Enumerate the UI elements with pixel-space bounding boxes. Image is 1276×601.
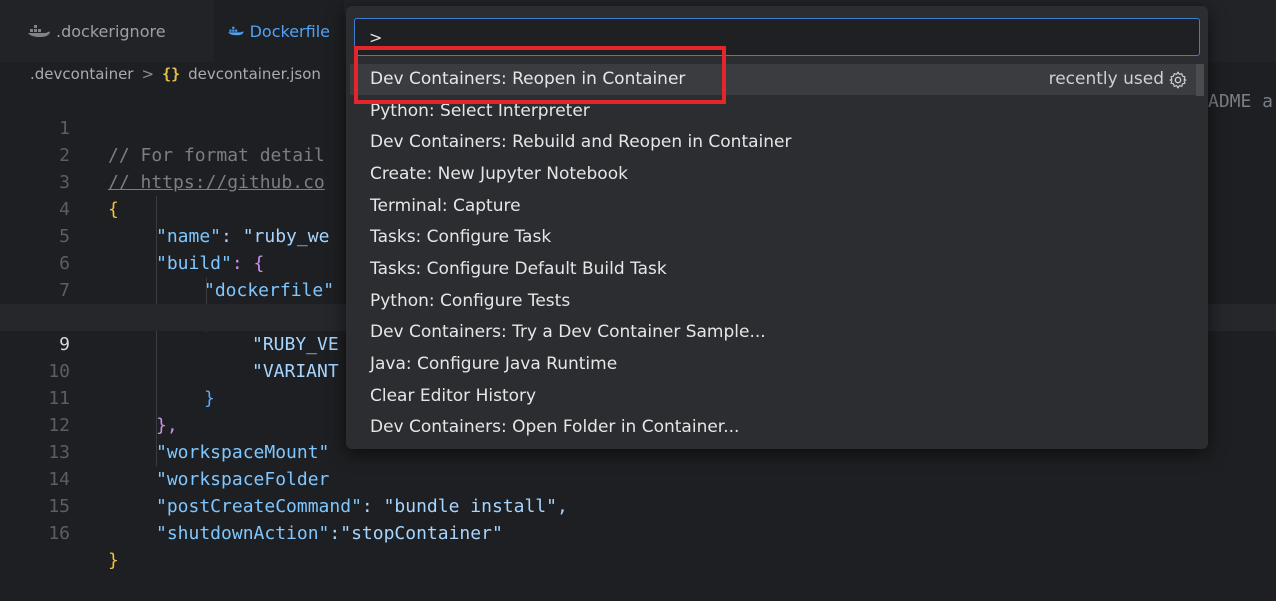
breadcrumb-file[interactable]: devcontainer.json	[188, 65, 321, 83]
tab-dockerfile[interactable]: Dockerfile	[214, 0, 344, 62]
command-item[interactable]: Dev Containers: Open Folder in Container…	[350, 412, 1196, 443]
command-label: Python: Configure Tests	[370, 291, 571, 311]
docker-icon	[228, 26, 244, 36]
command-label: Tasks: Configure Task	[370, 227, 552, 247]
docker-icon	[28, 25, 50, 37]
command-item[interactable]: Terminal: Capture	[350, 191, 1196, 222]
tab-dockerignore[interactable]: .dockerignore	[14, 0, 180, 62]
command-label: Dev Containers: Open Folder in Container…	[370, 417, 740, 437]
json-file-icon: {}	[162, 65, 181, 83]
code-comment-overflow: ADME a	[1208, 91, 1274, 112]
command-item[interactable]: Dev Containers: Try a Dev Container Samp…	[350, 317, 1196, 348]
tab-label: .dockerignore	[56, 21, 166, 41]
palette-scrollbar[interactable]	[1196, 64, 1204, 96]
command-label: Java: Configure Java Runtime	[370, 354, 618, 374]
code-line: 15 "shutdownAction":"stopContainer"	[0, 466, 1276, 544]
command-label: Terminal: Capture	[370, 196, 521, 216]
command-label: Create: New Jupyter Notebook	[370, 164, 628, 184]
command-label: Dev Containers: Rebuild and Reopen in Co…	[370, 132, 792, 152]
breadcrumb-folder[interactable]: .devcontainer	[30, 65, 133, 83]
json-key: "shutdownAction"	[156, 523, 330, 544]
command-label: Tasks: Configure Default Build Task	[370, 259, 667, 279]
recently-used-label: recently used	[1048, 69, 1164, 89]
command-item[interactable]: Create: New Jupyter Notebook	[350, 159, 1196, 190]
command-label: Clear Editor History	[370, 386, 537, 406]
command-item[interactable]: Tasks: Configure Default Build Task	[350, 254, 1196, 285]
breadcrumb-separator: >	[141, 65, 155, 83]
command-item[interactable]: Tasks: Configure Task	[350, 222, 1196, 253]
command-label: Dev Containers: Try a Dev Container Samp…	[370, 322, 766, 342]
code-line: 16 }	[0, 493, 1276, 571]
command-item[interactable]: Clear Editor History	[350, 381, 1196, 412]
command-label: Python: Select Interpreter	[370, 101, 590, 121]
json-value: :"stopContainer"	[329, 523, 503, 544]
command-item[interactable]: Dev Containers: Rebuild and Reopen in Co…	[350, 127, 1196, 158]
line-number: 16	[48, 523, 70, 544]
annotation-highlight-box	[354, 46, 726, 104]
command-item[interactable]: Java: Configure Java Runtime	[350, 349, 1196, 380]
command-item[interactable]: Python: Configure Tests	[350, 286, 1196, 317]
tab-label: Dockerfile	[249, 21, 330, 41]
gear-icon[interactable]	[1168, 70, 1188, 90]
